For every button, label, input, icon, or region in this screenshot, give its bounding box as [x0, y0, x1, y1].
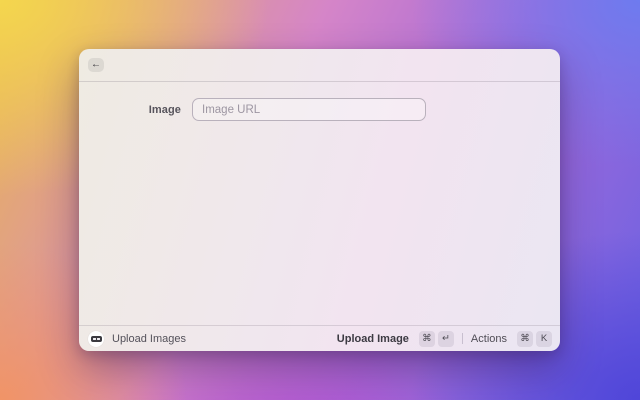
desktop: { "window": { "header": { "back_icon": "… — [0, 0, 640, 400]
extension-name: Upload Images — [112, 332, 186, 345]
form-area: Image — [79, 82, 560, 325]
image-form-row: Image — [79, 98, 560, 121]
primary-action-label[interactable]: Upload Image — [337, 333, 409, 345]
footer-actions: Upload Image ⌘ ↵ Actions ⌘ K — [337, 330, 552, 347]
upload-images-extension-icon — [88, 330, 104, 347]
image-field-label: Image — [148, 103, 181, 116]
command-key-icon: ⌘ — [418, 330, 435, 347]
footer-divider — [461, 333, 463, 344]
footer-bar: Upload Images Upload Image ⌘ ↵ Actions ⌘… — [79, 325, 560, 351]
return-key-icon: ↵ — [437, 330, 454, 347]
k-key-icon: K — [536, 330, 552, 347]
raycast-window: ← Image Upload Images Upload Image ⌘ ↵ A… — [79, 49, 560, 351]
extension-chip: Upload Images — [88, 330, 186, 347]
window-header: ← — [79, 49, 560, 82]
arrow-left-icon: ← — [91, 59, 101, 70]
actions-menu-label[interactable]: Actions — [471, 333, 507, 345]
command-key-icon: ⌘ — [517, 330, 533, 347]
back-button[interactable]: ← — [88, 58, 104, 72]
image-url-input[interactable] — [192, 98, 426, 121]
